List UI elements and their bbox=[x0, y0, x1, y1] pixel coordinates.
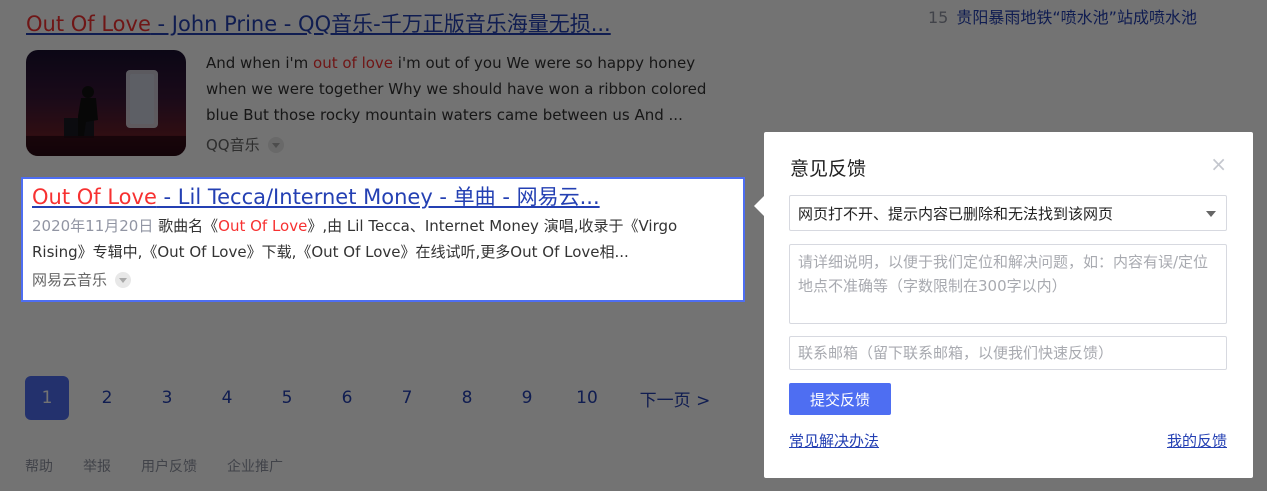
search-result-1: Out Of Love - John Prine - QQ音乐-千万正版音乐海量… bbox=[26, 10, 726, 156]
result-title-link[interactable]: Out Of Love - Lil Tecca/Internet Money -… bbox=[32, 183, 600, 211]
feedback-dialog: 意见反馈 × 网页打不开、提示内容已删除和无法找到该网页 提交反馈 常见解决办法… bbox=[754, 132, 1253, 478]
next-page-button[interactable]: 下一页 > bbox=[625, 376, 725, 420]
page-7[interactable]: 7 bbox=[385, 376, 429, 420]
result-source: 网易云音乐 bbox=[32, 269, 733, 290]
footer-feedback-link[interactable]: 用户反馈 bbox=[141, 456, 197, 476]
page-9[interactable]: 9 bbox=[505, 376, 549, 420]
result-source: QQ音乐 bbox=[206, 134, 284, 155]
hot-search-item[interactable]: 15 贵阳暴雨地铁“喷水池”站成喷水池 bbox=[928, 4, 1197, 28]
result-snippet: And when i'm out of love i'm out of you … bbox=[206, 54, 707, 124]
result-date: 2020年11月20日 bbox=[32, 217, 154, 235]
chevron-down-icon[interactable] bbox=[267, 136, 284, 153]
dialog-title: 意见反馈 bbox=[790, 158, 867, 180]
album-thumbnail[interactable] bbox=[26, 50, 186, 156]
contact-email-input[interactable] bbox=[789, 336, 1227, 370]
feedback-detail-textarea[interactable] bbox=[789, 244, 1227, 324]
title-highlight: Out Of Love bbox=[32, 185, 157, 209]
result-snippet: 2020年11月20日 歌曲名《Out Of Love》,由 Lil Tecca… bbox=[32, 217, 678, 261]
title-highlight: Out Of Love bbox=[26, 12, 151, 36]
source-label: QQ音乐 bbox=[206, 136, 260, 154]
page-5[interactable]: 5 bbox=[265, 376, 309, 420]
chevron-down-icon[interactable] bbox=[115, 271, 132, 288]
pagination: 1 2 3 4 5 6 7 8 9 10 下一页 > bbox=[25, 376, 725, 420]
page-8[interactable]: 8 bbox=[445, 376, 489, 420]
title-text: - Lil Tecca/Internet Money - 单曲 - 网易云... bbox=[156, 185, 600, 209]
reason-select[interactable]: 网页打不开、提示内容已删除和无法找到该网页 bbox=[789, 195, 1227, 231]
footer-report-link[interactable]: 举报 bbox=[83, 456, 111, 476]
footer-business-link[interactable]: 企业推广 bbox=[227, 456, 283, 476]
page-3[interactable]: 3 bbox=[145, 376, 189, 420]
my-feedback-link[interactable]: 我的反馈 bbox=[1167, 430, 1227, 451]
page-4[interactable]: 4 bbox=[205, 376, 249, 420]
selected-reason: 网页打不开、提示内容已删除和无法找到该网页 bbox=[798, 204, 1114, 223]
footer-links: 帮助 举报 用户反馈 企业推广 bbox=[25, 456, 283, 476]
page-2[interactable]: 2 bbox=[85, 376, 129, 420]
hot-text[interactable]: 贵阳暴雨地铁“喷水池”站成喷水池 bbox=[956, 8, 1197, 27]
footer-help-link[interactable]: 帮助 bbox=[25, 456, 53, 476]
page-6[interactable]: 6 bbox=[325, 376, 369, 420]
dropdown-arrow-icon bbox=[1206, 211, 1216, 217]
faq-link[interactable]: 常见解决办法 bbox=[789, 430, 879, 451]
close-icon[interactable]: × bbox=[1210, 152, 1227, 176]
source-label: 网易云音乐 bbox=[32, 271, 108, 289]
page-1[interactable]: 1 bbox=[25, 376, 69, 420]
page-10[interactable]: 10 bbox=[565, 376, 609, 420]
submit-feedback-button[interactable]: 提交反馈 bbox=[789, 383, 891, 415]
title-text: - John Prine - QQ音乐-千万正版音乐海量无损... bbox=[150, 12, 611, 36]
hot-rank: 15 bbox=[928, 8, 949, 27]
result-title-link[interactable]: Out Of Love - John Prine - QQ音乐-千万正版音乐海量… bbox=[26, 10, 611, 38]
search-result-2-selected[interactable]: Out Of Love - Lil Tecca/Internet Money -… bbox=[21, 177, 745, 302]
